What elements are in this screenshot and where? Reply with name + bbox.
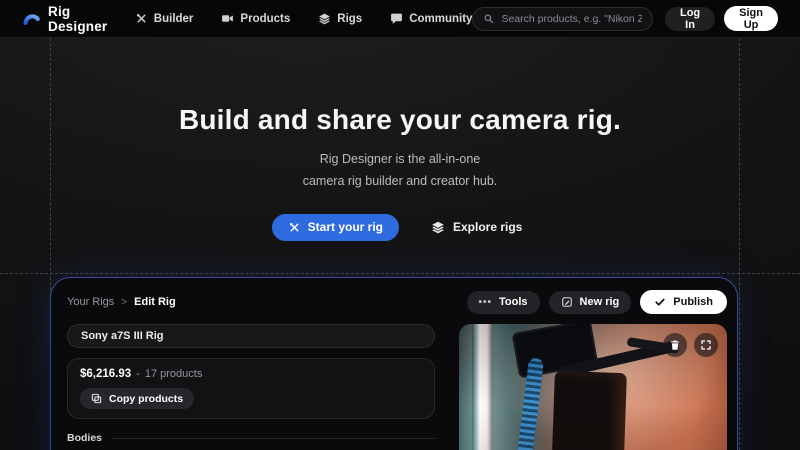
trash-icon — [669, 339, 681, 351]
hero-subtitle: Rig Designer is the all-in-one camera ri… — [0, 149, 800, 193]
layers-icon — [318, 12, 331, 25]
rig-summary-panel: $6,216.93 - 17 products Copy products — [67, 358, 435, 419]
bodies-section-title: Bodies — [67, 432, 102, 444]
nav-item-builder[interactable]: Builder — [135, 12, 194, 25]
breadcrumb: Your Rigs > Edit Rig — [67, 296, 176, 308]
editor-actions: ••• Tools New rig Publish — [467, 290, 728, 314]
layers-icon — [431, 220, 445, 234]
tools-button[interactable]: ••• Tools — [467, 291, 540, 314]
explore-rigs-button[interactable]: Explore rigs — [425, 214, 528, 241]
signup-button[interactable]: Sign Up — [724, 6, 778, 31]
editor-header: Your Rigs > Edit Rig ••• Tools New rig P… — [67, 290, 727, 314]
product-count: 17 products — [145, 368, 202, 380]
tools-icon — [288, 221, 301, 234]
auth-buttons: Log In Sign Up — [665, 6, 778, 31]
search-box[interactable] — [472, 7, 653, 31]
section-divider — [112, 438, 435, 439]
publish-button[interactable]: Publish — [640, 290, 727, 314]
brand-name: Rig Designer — [48, 4, 109, 34]
search-icon — [483, 13, 494, 24]
horizontal-guide — [0, 273, 800, 274]
photo-expand-button[interactable] — [694, 333, 718, 357]
editor-left-column: $6,216.93 - 17 products Copy products Bo… — [67, 324, 435, 450]
publish-label: Publish — [673, 296, 713, 308]
video-camera-icon — [221, 12, 234, 25]
nav-label: Rigs — [337, 13, 362, 25]
start-your-rig-button[interactable]: Start your rig — [272, 214, 399, 241]
tools-icon — [135, 12, 148, 25]
top-navbar: Rig Designer Builder Products Rigs Commu… — [0, 0, 800, 38]
rig-photo: SmallRig — [459, 324, 727, 450]
copy-products-button[interactable]: Copy products — [80, 388, 194, 409]
copy-icon — [91, 393, 102, 404]
total-price: $6,216.93 — [80, 368, 131, 380]
hero-title: Build and share your camera rig. — [0, 104, 800, 136]
nav-item-community[interactable]: Community — [390, 12, 472, 25]
rig-name-input[interactable] — [67, 324, 435, 348]
breadcrumb-edit-rig: Edit Rig — [134, 296, 176, 308]
new-rig-label: New rig — [580, 296, 620, 308]
copy-products-label: Copy products — [109, 393, 183, 405]
explore-rigs-label: Explore rigs — [453, 220, 522, 234]
hero-cta-row: Start your rig Explore rigs — [0, 214, 800, 241]
chat-icon — [390, 12, 403, 25]
price-line: $6,216.93 - 17 products — [80, 368, 422, 380]
price-separator: - — [136, 368, 140, 380]
nav-label: Community — [409, 13, 472, 25]
hero-subtitle-line1: Rig Designer is the all-in-one — [320, 152, 481, 166]
nav-label: Builder — [154, 13, 194, 25]
expand-icon — [700, 339, 712, 351]
new-rig-button[interactable]: New rig — [549, 291, 632, 314]
login-button[interactable]: Log In — [665, 7, 715, 31]
search-input[interactable] — [501, 13, 642, 25]
nav-label: Products — [240, 13, 290, 25]
breadcrumb-your-rigs[interactable]: Your Rigs — [67, 296, 114, 308]
brand-logo[interactable]: Rig Designer — [22, 4, 109, 34]
start-your-rig-label: Start your rig — [308, 220, 383, 234]
main-nav: Builder Products Rigs Community — [135, 12, 473, 25]
photo-actions — [663, 333, 718, 357]
hero-subtitle-line2: camera rig builder and creator hub. — [303, 174, 498, 188]
ellipsis-icon: ••• — [479, 297, 493, 308]
breadcrumb-separator: > — [121, 297, 127, 308]
bodies-section-header: Bodies — [67, 432, 435, 444]
rig-editor-card: Your Rigs > Edit Rig ••• Tools New rig P… — [50, 277, 738, 450]
nav-item-products[interactable]: Products — [221, 12, 290, 25]
hero-section: Build and share your camera rig. Rig Des… — [0, 38, 800, 241]
nav-item-rigs[interactable]: Rigs — [318, 12, 362, 25]
check-icon — [654, 296, 666, 308]
rig-designer-logo-icon — [22, 9, 41, 28]
editor-body: $6,216.93 - 17 products Copy products Bo… — [67, 324, 727, 450]
photo-delete-button[interactable] — [663, 333, 687, 357]
edit-pencil-icon — [561, 296, 573, 308]
tools-label: Tools — [499, 296, 528, 308]
